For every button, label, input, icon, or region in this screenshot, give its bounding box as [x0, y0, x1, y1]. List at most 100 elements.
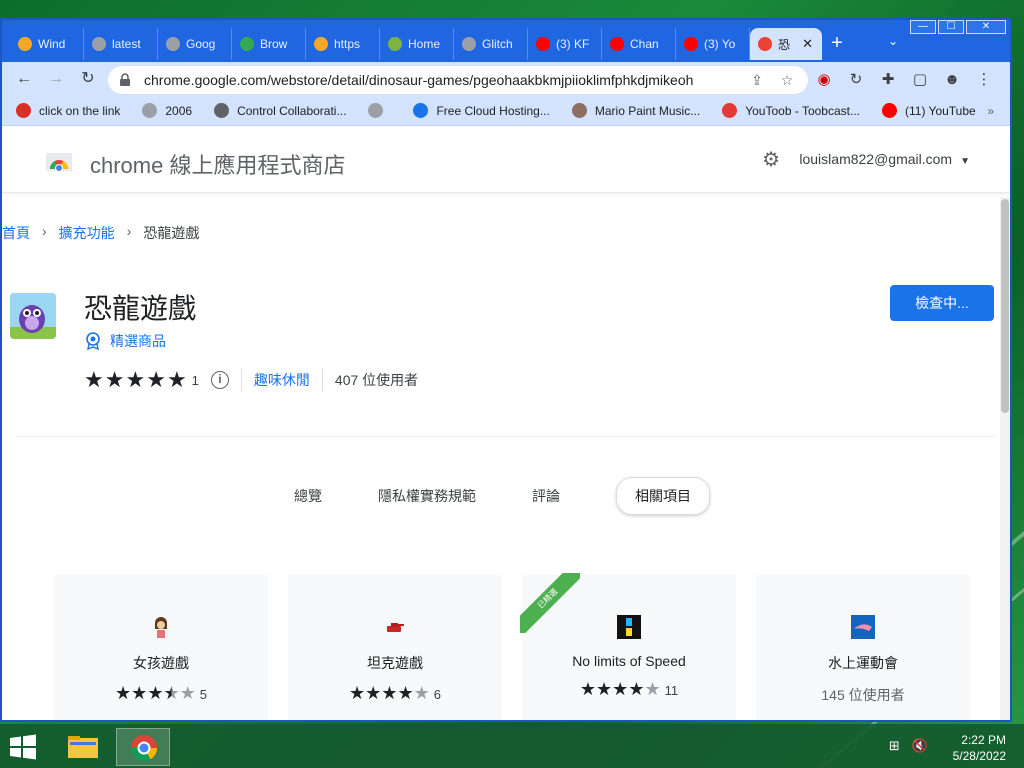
address-bar[interactable]: chrome.google.com/webstore/detail/dinosa…: [108, 66, 808, 94]
bookmark-label: YouToob - Toobcast...: [745, 103, 860, 118]
browser-tab[interactable]: (3) Yo: [676, 28, 750, 60]
related-item-card[interactable]: 已精選 No limits of Speed ★★★★★ 11: [520, 573, 736, 720]
webstore-logo-icon: [46, 153, 72, 171]
tab-label: Glitch: [482, 37, 513, 51]
related-item-card[interactable]: 女孩遊戲 ★★★★★ 5: [54, 575, 268, 720]
browser-tab[interactable]: Glitch: [454, 28, 528, 60]
star-icon: ★: [628, 679, 645, 699]
share-icon[interactable]: ⇪: [746, 72, 768, 89]
bookmarks-overflow-icon[interactable]: »: [987, 104, 994, 118]
star-icon: ★: [131, 683, 148, 703]
tab-favicon-icon: [92, 37, 106, 51]
star-icon: ★: [146, 367, 167, 392]
tab-label: https: [334, 37, 361, 51]
featured-badge[interactable]: 精選商品: [84, 331, 166, 351]
category-link[interactable]: 趣味休閒: [254, 370, 310, 390]
refresh-extension-icon[interactable]: ↻: [840, 70, 872, 88]
related-item-icon: [617, 615, 641, 639]
related-item-rating: ★★★★★ 5: [54, 683, 268, 704]
related-item-rating: ★★★★★ 11: [522, 679, 736, 700]
info-icon[interactable]: i: [210, 371, 229, 389]
item-title: 恐龍遊戲: [84, 293, 197, 324]
volume-muted-icon[interactable]: 🔇: [912, 738, 928, 754]
related-item-card[interactable]: 坦克遊戲 ★★★★★ 6: [288, 575, 502, 720]
star-icon: ★: [179, 683, 196, 703]
bookmark-item[interactable]: click on the link: [16, 103, 120, 118]
star-icon: ★: [612, 679, 629, 699]
related-item-rating-count: 5: [199, 687, 207, 702]
webstore-header: chrome 線上應用程式商店 ⚙ louislam822@gmail.com ▼: [2, 127, 1010, 193]
chrome-taskbar-button[interactable]: [116, 728, 170, 766]
network-icon[interactable]: ⊞: [889, 738, 900, 754]
star-icon: ★: [596, 679, 613, 699]
tab-2[interactable]: 評論: [532, 486, 560, 506]
browser-tab[interactable]: (3) KF: [528, 28, 602, 60]
bookmark-item[interactable]: 2006: [142, 103, 192, 118]
file-explorer-icon[interactable]: [56, 728, 110, 766]
puzzle-extensions-icon[interactable]: ✚: [872, 70, 904, 88]
chevron-right-icon: ›: [42, 223, 47, 239]
taskbar-clock[interactable]: 2:22 PM 5/28/2022: [953, 732, 1006, 764]
bookmark-star-icon[interactable]: ☆: [776, 72, 798, 89]
tab-0[interactable]: 總覽: [294, 486, 322, 506]
forward-button[interactable]: →: [40, 65, 72, 93]
tab-active[interactable]: 恐 ✕: [750, 28, 822, 60]
windows-start-icon[interactable]: [8, 734, 38, 760]
new-tab-button[interactable]: +: [822, 28, 852, 60]
minimize-button[interactable]: —: [910, 20, 936, 34]
side-panel-icon[interactable]: ▢: [904, 70, 936, 88]
account-email: louislam822@gmail.com: [799, 151, 953, 167]
related-item-title: 水上運動會: [828, 655, 898, 671]
back-button[interactable]: ←: [8, 65, 40, 93]
bookmark-item[interactable]: Mario Paint Music...: [571, 103, 700, 118]
bookmark-favicon-icon: [722, 103, 738, 118]
toolbar-extensions: ◉ ↻ ✚ ▢ ☻ ⋮: [808, 62, 1000, 96]
bookmark-item[interactable]: Free Cloud Hosting...: [413, 103, 550, 118]
account-menu[interactable]: louislam822@gmail.com ▼: [799, 151, 970, 167]
related-item-card[interactable]: 水上運動會 145 位使用者: [756, 575, 970, 720]
menu-kebab-icon[interactable]: ⋮: [968, 70, 1000, 88]
browser-tab[interactable]: Goog: [158, 28, 232, 60]
browser-tab[interactable]: https: [306, 28, 380, 60]
star-icon: ★: [381, 683, 398, 703]
add-to-chrome-button[interactable]: 檢查中...: [890, 285, 994, 321]
breadcrumb-extensions-link[interactable]: 擴充功能: [59, 223, 115, 243]
close-window-button[interactable]: ✕: [966, 20, 1006, 34]
chevron-right-icon: ›: [126, 223, 132, 239]
related-item-rating-count: 11: [664, 683, 679, 698]
browser-tab[interactable]: Brow: [232, 28, 306, 60]
browser-tab[interactable]: latest: [84, 28, 158, 60]
detail-tabs: 總覽 隱私權實務規範 評論 相關項目: [2, 477, 1002, 515]
browser-tab[interactable]: Chan: [602, 28, 676, 60]
tab-3[interactable]: 相關項目: [616, 477, 710, 515]
maximize-button[interactable]: ☐: [938, 20, 964, 34]
profile-avatar-icon[interactable]: ☻: [936, 71, 968, 88]
webstore-title[interactable]: chrome 線上應用程式商店: [90, 148, 345, 180]
tab-favicon-icon: [18, 37, 32, 51]
bookmark-label: (11) YouTube: [904, 103, 976, 118]
divider: [321, 369, 323, 391]
tab-search-chevron-icon[interactable]: ⌄: [888, 34, 898, 48]
section-divider: [16, 436, 994, 437]
related-items: 女孩遊戲 ★★★★★ 5 坦克遊戲 ★★★★★ 6 已精選 No limits of Spee…: [54, 573, 990, 720]
tab-label: latest: [112, 37, 141, 51]
bookmark-label: click on the link: [39, 103, 121, 118]
breadcrumb-home-link[interactable]: 首頁: [2, 223, 30, 243]
tab-1[interactable]: 隱私權實務規範: [378, 486, 476, 506]
bookmark-item[interactable]: [368, 103, 391, 118]
browser-tab[interactable]: Wind: [10, 28, 84, 60]
target-extension-icon[interactable]: ◉: [808, 70, 840, 88]
tab-label: (3) Yo: [704, 37, 736, 51]
gear-icon[interactable]: ⚙: [762, 147, 780, 172]
related-item-icon: [851, 615, 875, 639]
close-tab-icon[interactable]: ✕: [802, 36, 813, 52]
rating-count[interactable]: 1: [192, 373, 199, 388]
bookmark-favicon-icon: [214, 103, 230, 118]
bookmark-item[interactable]: YouToob - Toobcast...: [722, 103, 860, 118]
scrollbar-thumb[interactable]: [1001, 199, 1009, 413]
bookmark-item[interactable]: (11) YouTube: [881, 103, 976, 118]
bookmark-item[interactable]: Control Collaborati...: [214, 103, 346, 118]
taskbar: ⊞ 🔇 2:22 PM 5/28/2022: [0, 724, 1024, 768]
reload-button[interactable]: ↻: [72, 65, 104, 93]
browser-tab[interactable]: Home: [380, 28, 454, 60]
